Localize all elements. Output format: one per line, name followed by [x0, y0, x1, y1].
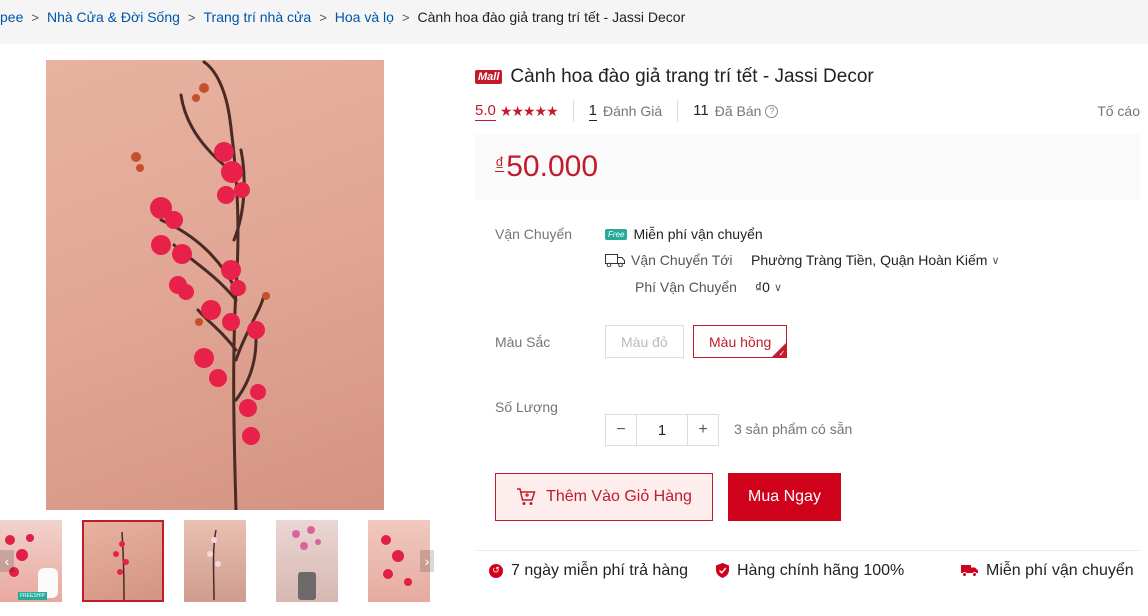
- quantity-input[interactable]: 1: [637, 414, 687, 446]
- thumbnail-image[interactable]: [276, 520, 338, 602]
- star-rating-icon: ★★★★★: [499, 102, 559, 119]
- price-box: ₫ 50.000: [475, 134, 1140, 200]
- product-card: FREESHIP ‹ › Mall Cành hoa đào giả trang…: [0, 44, 1148, 616]
- freeship-badge: FREESHIP: [18, 592, 48, 600]
- thumbnail-strip: FREESHIP ‹ ›: [0, 520, 440, 602]
- product-title: Cành hoa đào giả trang trí tết - Jassi D…: [510, 66, 874, 87]
- thumbnail-image-selected[interactable]: [82, 520, 164, 602]
- product-info: Mall Cành hoa đào giả trang trí tết - Ja…: [475, 64, 1140, 579]
- chevron-down-icon[interactable]: ∨: [774, 281, 782, 294]
- add-to-cart-label: Thêm Vào Giỏ Hàng: [546, 488, 692, 505]
- rating-value[interactable]: 5.0: [475, 102, 496, 121]
- thumbnail-image[interactable]: [184, 520, 246, 602]
- shipping-destination: Vận Chuyển Tới Phường Tràng Tiền, Quận H…: [605, 252, 1000, 268]
- sold-count: 11: [693, 102, 709, 119]
- guarantee-bar: ↺ 7 ngày miễn phí trả hàng Hàng chính hã…: [475, 550, 1140, 590]
- guarantee-authentic-label: Hàng chính hãng 100%: [737, 561, 905, 579]
- check-icon: ✓: [778, 349, 786, 358]
- add-to-cart-button[interactable]: Thêm Vào Giỏ Hàng: [495, 473, 713, 521]
- color-option-pink[interactable]: Màu hồng ✓: [693, 325, 788, 358]
- color-option-label: Màu hồng: [709, 333, 772, 350]
- breadcrumb: pee > Nhà Cửa & Đời Sống > Trang trí nhà…: [0, 0, 1148, 34]
- guarantee-returns[interactable]: ↺ 7 ngày miễn phí trả hàng: [489, 562, 688, 580]
- thumbnail-prev-arrow[interactable]: ‹: [0, 550, 14, 572]
- chevron-right-icon: >: [319, 9, 327, 25]
- chevron-right-icon: >: [187, 9, 196, 25]
- shipping-to-label: Vận Chuyển Tới: [631, 252, 733, 268]
- peach-blossom-branch-illustration: [131, 60, 270, 510]
- buy-now-button[interactable]: Mua Ngay: [728, 473, 841, 521]
- review-count[interactable]: 1: [588, 102, 597, 121]
- guarantee-returns-label: 7 ngày miễn phí trả hàng: [511, 561, 689, 579]
- breadcrumb-item-home-decor[interactable]: Trang trí nhà cửa: [204, 9, 312, 25]
- chevron-right-icon: >: [401, 9, 410, 25]
- product-price: 50.000: [506, 150, 599, 183]
- stock-available: 3 sản phẩm có sẵn: [734, 421, 853, 437]
- quantity-increase-button[interactable]: +: [687, 414, 719, 446]
- divider: [677, 100, 679, 122]
- color-label: Màu Sắc: [495, 334, 551, 350]
- return-icon: ↺: [489, 563, 503, 578]
- product-stats: 5.0 ★★★★★ 1 Đánh Giá 11 Đã Bán ? Tố cáo: [475, 100, 1140, 122]
- question-icon[interactable]: ?: [765, 104, 779, 118]
- breadcrumb-item-home-living[interactable]: Nhà Cửa & Đời Sống: [47, 9, 180, 25]
- mall-badge: Mall: [475, 70, 503, 84]
- free-shipping-text: Miễn phí vận chuyển: [633, 226, 763, 242]
- shipping-label: Vận Chuyển: [495, 226, 573, 242]
- guarantee-free-shipping[interactable]: Miễn phí vận chuyển: [961, 562, 1134, 580]
- cart-icon: [516, 488, 536, 506]
- quantity-label: Số Lượng: [495, 399, 558, 415]
- free-shipping-icon: Free: [605, 228, 628, 240]
- delivery-truck-icon: [961, 564, 978, 577]
- breadcrumb-item-shopee[interactable]: pee: [0, 9, 23, 25]
- shipping-fee: Phí Vận Chuyển ₫0 ∨: [635, 279, 782, 295]
- shipping-to-value[interactable]: Phường Tràng Tiền, Quận Hoàn Kiếm: [751, 252, 987, 268]
- shield-icon: [716, 563, 729, 578]
- guarantee-authentic[interactable]: Hàng chính hãng 100%: [716, 562, 904, 580]
- quantity-stepper: − 1 +: [605, 414, 719, 446]
- currency-symbol: ₫: [495, 154, 505, 174]
- shipping-fee-label: Phí Vận Chuyển: [635, 279, 737, 295]
- divider: [572, 100, 574, 122]
- breadcrumb-item-flowers-vases[interactable]: Hoa và lọ: [335, 9, 394, 25]
- breadcrumb-current: Cành hoa đào giả trang trí tết - Jassi D…: [417, 9, 686, 25]
- review-label: Đánh Giá: [602, 103, 663, 119]
- guarantee-free-shipping-label: Miễn phí vận chuyển: [986, 561, 1134, 579]
- color-option-red[interactable]: Màu đỏ: [605, 325, 684, 358]
- thumbnail-next-arrow[interactable]: ›: [420, 550, 434, 572]
- chevron-down-icon[interactable]: ∨: [991, 254, 999, 267]
- truck-icon: [605, 253, 625, 268]
- free-shipping-line: Free Miễn phí vận chuyển: [605, 226, 763, 242]
- product-main-image[interactable]: [46, 60, 384, 510]
- report-link[interactable]: Tố cáo: [1097, 103, 1140, 119]
- shipping-fee-value[interactable]: ₫0: [755, 279, 770, 295]
- sold-label: Đã Bán: [714, 103, 762, 119]
- quantity-decrease-button[interactable]: −: [605, 414, 637, 446]
- chevron-right-icon: >: [31, 9, 39, 25]
